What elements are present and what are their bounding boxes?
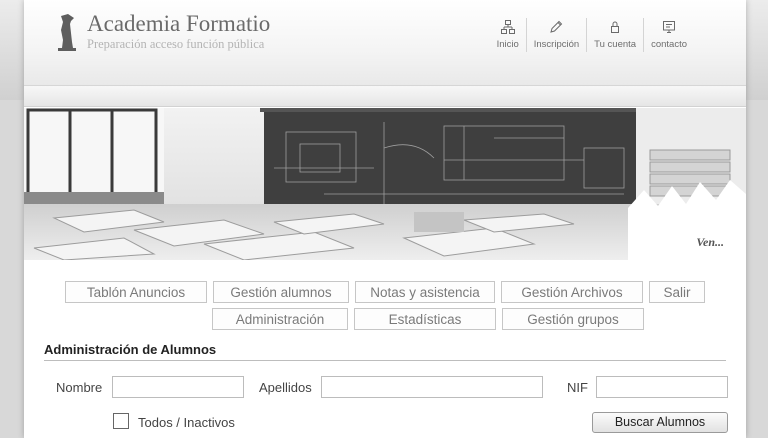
apellidos-input[interactable]: [321, 376, 543, 398]
notas-asistencia-button[interactable]: Notas y asistencia: [355, 281, 495, 303]
tablon-anuncios-button[interactable]: Tablón Anuncios: [65, 281, 207, 303]
brand-subtitle: Preparación acceso función pública: [87, 37, 265, 51]
buscar-alumnos-button[interactable]: Buscar Alumnos: [592, 412, 728, 433]
nombre-input[interactable]: [112, 376, 244, 398]
site-header: Academia Formatio Preparación acceso fun…: [24, 0, 746, 86]
nav-contacto-label: contacto: [651, 39, 687, 50]
nombre-label: Nombre: [56, 380, 103, 395]
classroom-banner-image: [24, 108, 746, 260]
gestion-grupos-button[interactable]: Gestión grupos: [502, 308, 644, 330]
sub-header-bar: [24, 86, 746, 107]
nif-label: NIF: [567, 380, 588, 395]
todos-inactivos-checkbox[interactable]: [113, 413, 129, 429]
gestion-archivos-button[interactable]: Gestión Archivos: [501, 281, 643, 303]
nav-tu-cuenta-label: Tu cuenta: [594, 39, 637, 50]
statue-logo-icon: [58, 14, 76, 51]
gestion-alumnos-button[interactable]: Gestión alumnos: [213, 281, 349, 303]
menu-row-2: Administración Estadísticas Gestión grup…: [212, 308, 644, 330]
nav-contacto[interactable]: contacto: [643, 18, 694, 52]
monitor-icon: [663, 21, 676, 33]
apellidos-label: Apellidos: [259, 380, 312, 395]
brand-title[interactable]: Academia Formatio: [87, 11, 270, 37]
todos-inactivos-label: Todos / Inactivos: [138, 415, 235, 430]
menu-row-1: Tablón Anuncios Gestión alumnos Notas y …: [65, 281, 705, 303]
administracion-button[interactable]: Administración: [212, 308, 348, 330]
nav-tu-cuenta[interactable]: Tu cuenta: [586, 18, 643, 52]
classroom-banner: Ven...: [24, 108, 746, 260]
nav-inicio[interactable]: Inicio: [490, 18, 526, 52]
lock-icon: [611, 21, 620, 33]
salir-button[interactable]: Salir: [649, 281, 705, 303]
page-container: Academia Formatio Preparación acceso fun…: [24, 0, 746, 438]
nav-inicio-label: Inicio: [496, 39, 519, 50]
estadisticas-button[interactable]: Estadísticas: [354, 308, 496, 330]
nav-inscripcion[interactable]: Inscripción: [525, 18, 586, 52]
banner-more-link[interactable]: Ven...: [696, 235, 724, 250]
section-title: Administración de Alumnos: [44, 342, 726, 361]
top-navigation: Inicio Inscripción Tu cuenta contacto: [490, 18, 694, 52]
nif-input[interactable]: [596, 376, 728, 398]
nav-inscripcion-label: Inscripción: [533, 39, 580, 50]
sitemap-icon: [500, 20, 515, 34]
pencil-icon: [550, 20, 563, 33]
